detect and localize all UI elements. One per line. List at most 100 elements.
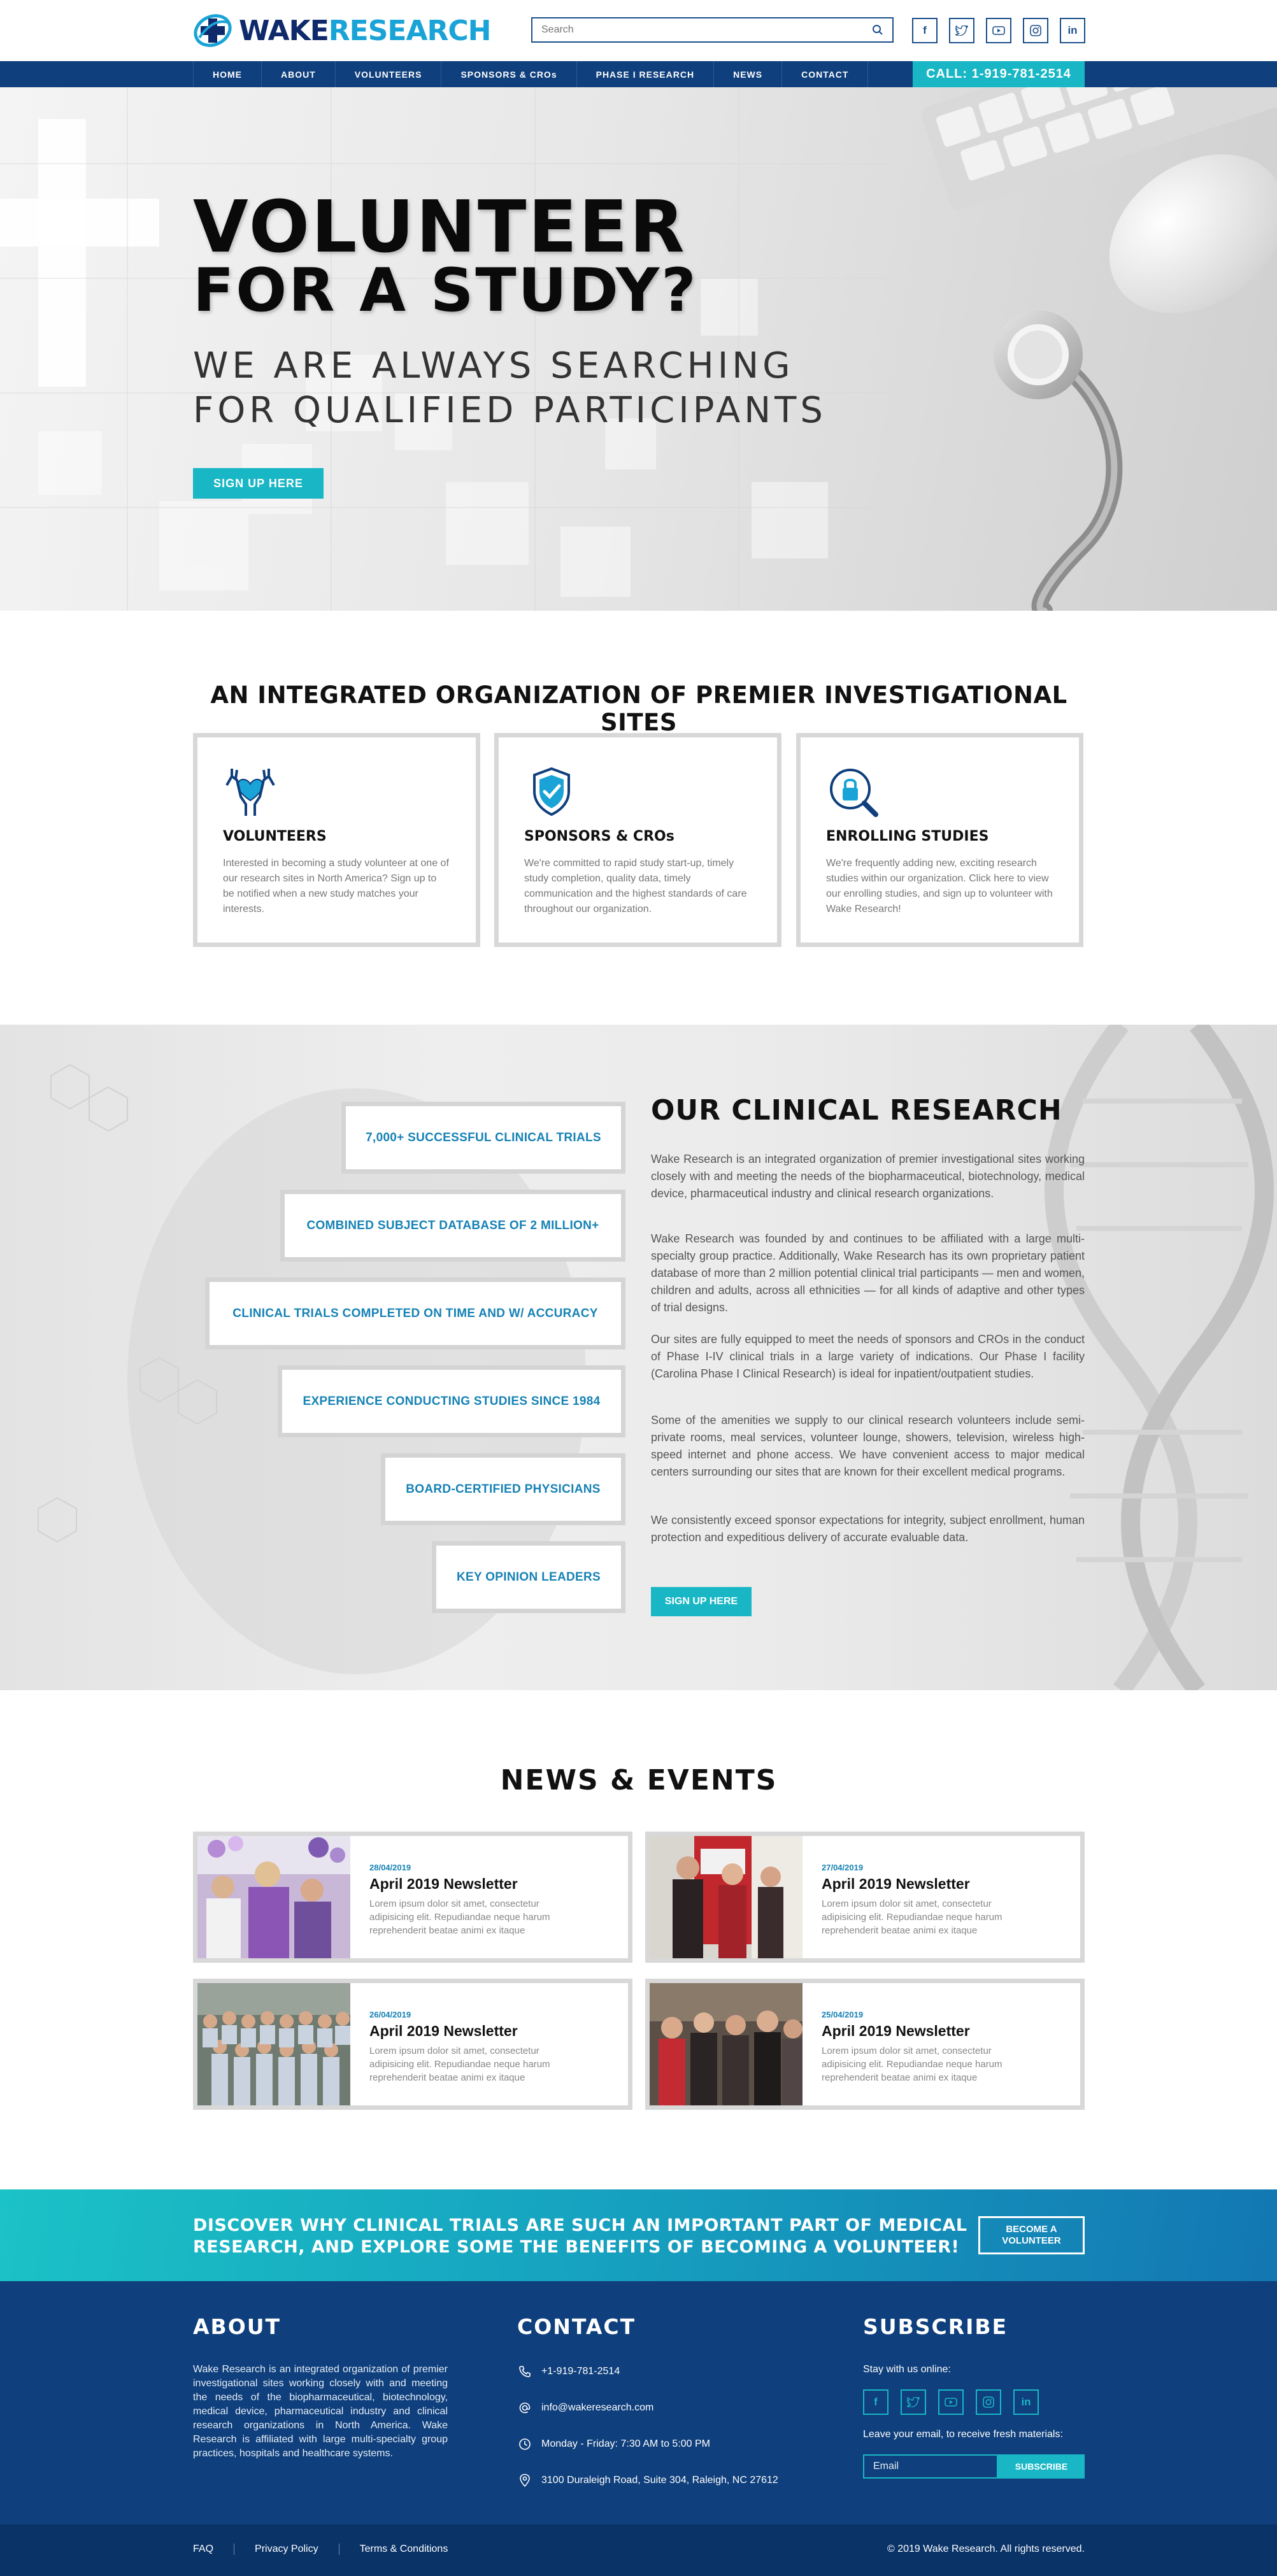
linkedin-icon[interactable]: in (1013, 2389, 1039, 2415)
clinical-paragraph: Some of the amenities we supply to our c… (651, 1414, 1085, 1478)
feature-card-volunteers[interactable]: VOLUNTEERS Interested in becoming a stud… (193, 733, 480, 947)
twitter-icon[interactable] (949, 18, 974, 43)
footer-hours-text: Monday - Friday: 7:30 AM to 5:00 PM (541, 2438, 711, 2449)
news-photo (197, 1983, 350, 2105)
news-section-title: NEWS & EVENTS (500, 1764, 778, 1797)
subscribe-email-input[interactable] (863, 2454, 998, 2479)
facebook-icon[interactable]: f (912, 18, 938, 43)
news-card[interactable]: 28/04/2019 April 2019 Newsletter Lorem i… (193, 1832, 632, 1963)
footer-hours: Monday - Friday: 7:30 AM to 5:00 PM (517, 2437, 710, 2452)
stat-box: KEY OPINION LEADERS (432, 1541, 625, 1613)
clock-icon (517, 2437, 532, 2452)
clinical-paragraph: We consistently exceed sponsor expectati… (651, 1514, 1085, 1544)
news-photo (650, 1836, 803, 1958)
news-date: 26/04/2019 (369, 2010, 411, 2019)
news-title[interactable]: April 2019 Newsletter (369, 2023, 518, 2040)
news-excerpt: Lorem ipsum dolor sit amet, consectetur … (822, 2046, 1002, 2083)
news-date: 28/04/2019 (369, 1863, 411, 1872)
news-date: 27/04/2019 (822, 1863, 864, 1872)
news-photo (650, 1983, 803, 2105)
nav-item-phase-one[interactable]: PHASE I RESEARCH (577, 61, 715, 87)
footer-about-text: Wake Research is an integrated organizat… (193, 2364, 448, 2459)
footer-bottom-bar: FAQ Privacy Policy Terms & Conditions © … (0, 2524, 1277, 2576)
nav-item-sponsors[interactable]: SPONSORS & CROs (441, 61, 577, 87)
nav-item-contact[interactable]: CONTACT (782, 61, 869, 87)
site-header: WAKERESEARCH f in (0, 0, 1277, 61)
cta-text-line2: RESEARCH, AND EXPLORE SOME THE BENEFITS … (193, 2237, 960, 2257)
news-excerpt: Lorem ipsum dolor sit amet, consectetur … (822, 1898, 1002, 1936)
terms-link[interactable]: Terms & Conditions (338, 2544, 469, 2555)
footer-contact-title: CONTACT (517, 2314, 636, 2339)
hero-subtitle-line2: FOR QUALIFIED PARTICIPANTS (193, 390, 827, 431)
leave-email-text: Leave your email, to receive fresh mater… (863, 2429, 1063, 2440)
clinical-research-section (0, 1025, 1277, 1690)
news-date: 25/04/2019 (822, 2010, 864, 2019)
news-title[interactable]: April 2019 Newsletter (369, 1875, 518, 1893)
facebook-icon[interactable]: f (863, 2389, 888, 2415)
at-sign-icon (517, 2400, 532, 2416)
search-input[interactable] (541, 24, 872, 36)
volunteer-cta-banner: DISCOVER WHY CLINICAL TRIALS ARE SUCH AN… (0, 2189, 1277, 2281)
stat-box: COMBINED SUBJECT DATABASE OF 2 MILLION+ (280, 1190, 625, 1262)
nav-item-news[interactable]: NEWS (714, 61, 783, 87)
news-card[interactable]: 26/04/2019 April 2019 Newsletter Lorem i… (193, 1979, 632, 2110)
header-socials: f in (912, 18, 1085, 43)
news-card[interactable]: 25/04/2019 April 2019 Newsletter Lorem i… (645, 1979, 1085, 2110)
call-phone-button[interactable]: CALL: 1-919-781-2514 (913, 61, 1085, 87)
clinical-signup-button[interactable]: SIGN UP HERE (651, 1587, 752, 1616)
hero-title-line1: VOLUNTEER (193, 186, 687, 269)
cta-text: DISCOVER WHY CLINICAL TRIALS ARE SUCH AN… (193, 2215, 983, 2258)
feature-card-enrolling[interactable]: ENROLLING STUDIES We're frequently addin… (796, 733, 1083, 947)
location-pin-icon (517, 2473, 532, 2488)
stat-box: BOARD-CERTIFIED PHYSICIANS (381, 1453, 625, 1525)
nav-item-volunteers[interactable]: VOLUNTEERS (336, 61, 442, 87)
twitter-icon[interactable] (901, 2389, 926, 2415)
stat-box: EXPERIENCE CONDUCTING STUDIES SINCE 1984 (278, 1365, 625, 1437)
feature-text: We're frequently adding new, exciting re… (826, 858, 1053, 914)
search-icon[interactable] (872, 24, 883, 36)
stay-with-us-text: Stay with us online: (863, 2364, 951, 2375)
search-box (531, 17, 894, 43)
privacy-policy-link[interactable]: Privacy Policy (234, 2544, 339, 2555)
footer-address-text: 3100 Duraleigh Road, Suite 304, Raleigh,… (541, 2475, 778, 2486)
become-volunteer-button[interactable]: BECOME A VOLUNTEER (978, 2216, 1085, 2254)
hero-signup-button[interactable]: SIGN UP HERE (193, 468, 324, 499)
nav-item-about[interactable]: ABOUT (262, 61, 336, 87)
dna-background-image (38, 1025, 1274, 1690)
shield-check-icon (533, 767, 570, 816)
clinical-title: OUR CLINICAL RESEARCH (651, 1094, 1062, 1127)
feature-title: ENROLLING STUDIES (826, 829, 989, 844)
main-nav: HOME ABOUT VOLUNTEERS SPONSORS & CROs PH… (0, 61, 1277, 87)
subscribe-button[interactable]: SUBSCRIBE (998, 2454, 1085, 2479)
cta-button-line1: BECOME A (1006, 2224, 1057, 2235)
footer-email-text: info@wakeresearch.com (541, 2402, 654, 2413)
youtube-icon[interactable] (986, 18, 1011, 43)
footer-address: 3100 Duraleigh Road, Suite 304, Raleigh,… (517, 2473, 778, 2488)
news-card[interactable]: 27/04/2019 April 2019 Newsletter Lorem i… (645, 1832, 1085, 1963)
stat-box: CLINICAL TRIALS COMPLETED ON TIME AND W/… (205, 1277, 625, 1349)
feature-title: SPONSORS & CROs (524, 829, 674, 844)
clinical-paragraph: Wake Research is an integrated organizat… (651, 1153, 1085, 1200)
logo-text: WAKERESEARCH (239, 14, 491, 47)
copyright-text: © 2019 Wake Research. All rights reserve… (887, 2544, 1085, 2554)
feature-title: VOLUNTEERS (223, 829, 327, 844)
faq-link[interactable]: FAQ (193, 2544, 234, 2555)
footer-email[interactable]: info@wakeresearch.com (517, 2400, 653, 2416)
nav-item-home[interactable]: HOME (193, 61, 262, 87)
linkedin-icon[interactable]: in (1060, 18, 1085, 43)
instagram-icon[interactable] (976, 2389, 1001, 2415)
news-title[interactable]: April 2019 Newsletter (822, 1875, 970, 1893)
feature-card-sponsors[interactable]: SPONSORS & CROs We're committed to rapid… (494, 733, 781, 947)
hero-title-line2: FOR A STUDY? (193, 256, 698, 325)
site-logo[interactable]: WAKERESEARCH (193, 10, 491, 51)
youtube-icon[interactable] (938, 2389, 964, 2415)
news-excerpt: Lorem ipsum dolor sit amet, consectetur … (369, 2046, 550, 2083)
instagram-icon[interactable] (1023, 18, 1048, 43)
logo-caduceus-icon (194, 14, 232, 47)
footer-phone[interactable]: +1-919-781-2514 (517, 2364, 620, 2379)
news-title[interactable]: April 2019 Newsletter (822, 2023, 970, 2040)
news-excerpt: Lorem ipsum dolor sit amet, consectetur … (369, 1898, 550, 1936)
footer-subscribe-title: SUBSCRIBE (863, 2314, 1008, 2339)
hands-heart-icon (225, 769, 275, 816)
clinical-paragraph: Our sites are fully equipped to meet the… (651, 1333, 1085, 1380)
